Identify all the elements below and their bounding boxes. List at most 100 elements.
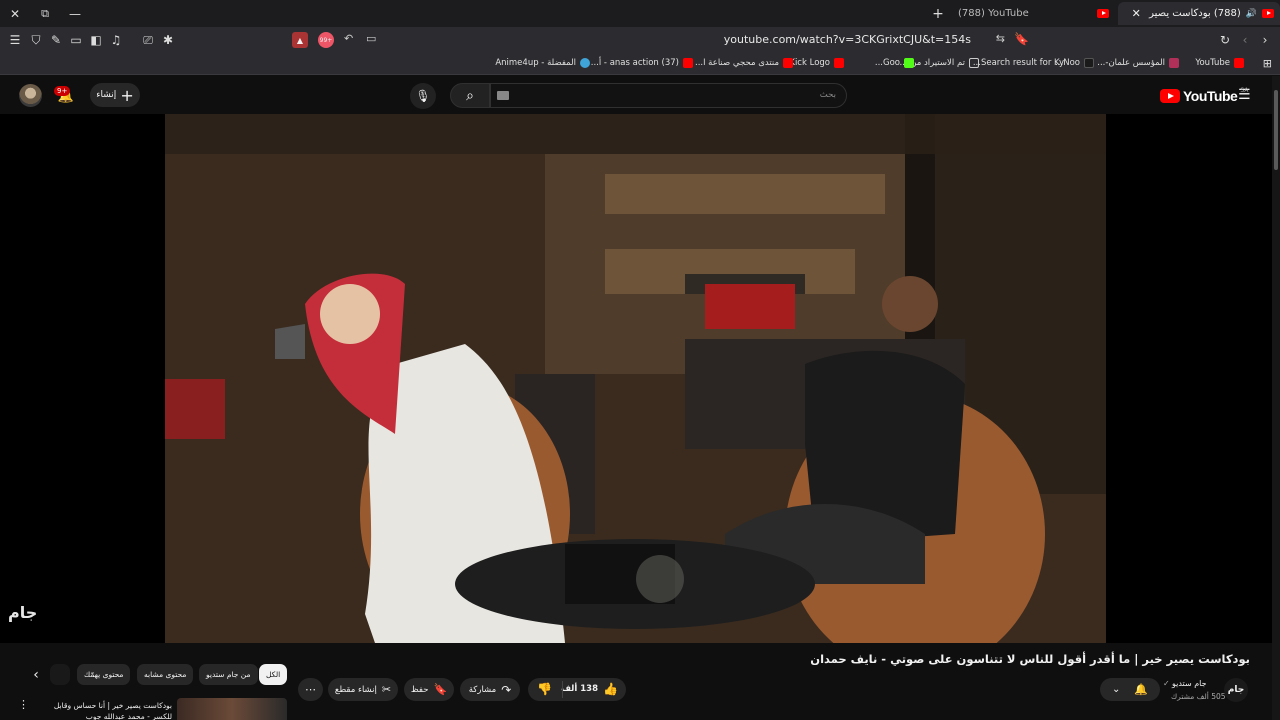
bookmark-item[interactable]: المفضلة - Anime4up: [495, 58, 590, 68]
chip-related[interactable]: محتوى مشابه: [137, 664, 194, 685]
bookmark-item[interactable]: المؤسس علمان-...: [1097, 58, 1179, 68]
tabs-icon[interactable]: ▭: [68, 32, 84, 48]
close-window-icon[interactable]: ✕: [6, 5, 24, 23]
chip-all[interactable]: الكل: [259, 664, 288, 685]
tab-youtube-home[interactable]: (788) YouTube: [925, 3, 1115, 24]
close-tab-icon[interactable]: ✕: [1132, 7, 1141, 20]
tab-current-video[interactable]: 🔊 (788) بودكاست يصير خير | ما أقد ✕: [1118, 2, 1280, 25]
bookmark-item[interactable]: (37) anas action - أ...: [591, 58, 693, 68]
bell-icon: 🔔: [1134, 683, 1149, 696]
like-count[interactable]: 138 ألف: [561, 684, 598, 694]
share-label: مشاركة: [468, 684, 497, 695]
more-vertical-icon[interactable]: ⋮: [18, 698, 29, 711]
back-icon[interactable]: ‹: [1237, 32, 1253, 48]
bookmark-icon: 🔖: [433, 683, 448, 696]
bookmark-favicon-icon: [783, 58, 793, 68]
tab-title: (788) بودكاست يصير خير | ما أقد: [1146, 8, 1241, 19]
bookmark-favicon-icon: [1169, 58, 1179, 68]
youtube-logo[interactable]: YouTube SA: [1160, 87, 1248, 104]
plus-icon: +: [120, 85, 134, 105]
subscription-bell-button[interactable]: ⌄ 🔔: [1100, 678, 1160, 701]
search-icon: ⌕: [466, 87, 474, 104]
voice-search-button[interactable]: 🎙: [410, 83, 436, 109]
save-label: حفظ: [410, 684, 429, 695]
bookmark-item[interactable]: Goo...: [875, 58, 914, 68]
scissors-icon: ✂: [381, 683, 392, 696]
bookmark-favicon-icon: [904, 58, 914, 68]
music-icon[interactable]: ♫: [108, 32, 124, 48]
puzzle-icon[interactable]: ✱: [160, 32, 176, 48]
video-frame[interactable]: [165, 114, 1106, 643]
scrollbar-thumb[interactable]: [1274, 90, 1278, 170]
page-scrollbar[interactable]: [1272, 76, 1280, 720]
recommendation-thumbnail[interactable]: [177, 698, 287, 720]
bookmark-favicon-icon: [834, 58, 844, 68]
address-bar[interactable]: ▲ 99+ ↶ ▭ youtube.com/watch?v=3CKGrixtCJ…: [288, 29, 1033, 51]
chip-overflow[interactable]: [50, 664, 70, 685]
shield-icon[interactable]: ⛉: [28, 32, 44, 48]
more-actions-button[interactable]: ⋯: [298, 678, 323, 701]
search-placeholder: بحث: [819, 90, 836, 100]
bookmark-icon[interactable]: 🔖: [1014, 32, 1029, 46]
share-button[interactable]: ↷ مشاركة: [460, 678, 520, 701]
recommendation-title[interactable]: بودكاست يصير خير | أنا حساس وقابل للكسر …: [38, 700, 172, 720]
youtube-play-icon: [1160, 89, 1180, 103]
warning-icon[interactable]: ▲: [292, 32, 308, 48]
verified-icon: ✓: [1163, 679, 1170, 688]
extension-icon[interactable]: ✎: [48, 32, 64, 48]
folder-icon: [969, 58, 979, 68]
chip-label: من جام ستديو: [206, 670, 251, 679]
bookmark-favicon-icon: [683, 58, 693, 68]
clip-button[interactable]: ✂ إنشاء مقطع: [328, 678, 398, 701]
create-button[interactable]: + إنشاء: [90, 83, 140, 107]
video-title: بودكاست يصير خير | ما أقدر أقول للناس لا…: [810, 652, 1250, 666]
bookmarks-bar: YouTube المؤسس علمان-... Noo... Search r…: [0, 53, 1280, 75]
create-label: إنشاء: [96, 90, 117, 100]
screenshot-icon[interactable]: ⎚: [140, 32, 156, 48]
bookmark-label: YouTube: [1195, 58, 1230, 68]
bookmark-item[interactable]: Kick Logo: [789, 58, 844, 68]
restore-window-icon[interactable]: ⧉: [36, 5, 54, 23]
forward-icon[interactable]: ›: [1257, 32, 1273, 48]
chip-for-you[interactable]: محتوى يهمّك: [77, 664, 131, 685]
translate-icon[interactable]: ⇆: [996, 32, 1005, 45]
bookmark-label: منتدى محجي صناعة ا...: [695, 58, 779, 68]
chevron-left-icon[interactable]: ‹: [28, 666, 44, 684]
brave-shield-icon[interactable]: 99+: [318, 32, 334, 48]
watermark-text: جام: [8, 603, 38, 622]
minimize-window-icon[interactable]: —: [66, 5, 84, 23]
bookmark-item[interactable]: Search result for Ky...: [973, 58, 1064, 68]
chip-from-channel[interactable]: من جام ستديو: [199, 664, 258, 685]
channel-name[interactable]: جام ستديو: [1172, 679, 1207, 688]
bookmark-favicon-icon: [1084, 58, 1094, 68]
save-button[interactable]: 🔖 حفظ: [404, 678, 454, 701]
audio-playing-icon[interactable]: 🔊: [1246, 9, 1257, 19]
video-player[interactable]: [0, 114, 1272, 643]
browser-tab-strip: ✕ ⧉ — + (788) YouTube 🔊 (788) بودكاست يص…: [0, 0, 1280, 27]
reload-icon[interactable]: ↻: [1217, 32, 1233, 48]
bookmark-item[interactable]: YouTube: [1195, 58, 1244, 68]
bookmark-favicon-icon: [1234, 58, 1244, 68]
channel-watermark[interactable]: جام: [8, 603, 37, 622]
dislike-icon[interactable]: 👎: [537, 682, 552, 696]
search-input[interactable]: بحث: [490, 83, 847, 108]
youtube-favicon-icon: [1262, 9, 1274, 18]
share-page-icon[interactable]: ↶: [344, 32, 353, 45]
avatar[interactable]: [19, 84, 42, 107]
bookmark-label: المفضلة - Anime4up: [495, 58, 576, 68]
channel-avatar[interactable]: جام: [1224, 678, 1248, 702]
url-text[interactable]: youtube.com/watch?v=3CKGrixtCJU&t=154s: [724, 33, 971, 46]
grid-icon[interactable]: ⊞: [1263, 57, 1272, 70]
more-icon: ⋯: [305, 683, 316, 696]
menu-icon[interactable]: ☰: [7, 32, 23, 48]
search-button[interactable]: ⌕: [450, 83, 490, 108]
youtube-header: ☰ YouTube SA بحث ⌕ 🎙 + إنشاء 🔔: [0, 76, 1280, 114]
sidebar-icon[interactable]: ◧: [88, 32, 104, 48]
chip-label: محتوى مشابه: [144, 670, 187, 679]
like-icon[interactable]: 👍: [603, 682, 618, 696]
bookmark-item[interactable]: منتدى محجي صناعة ا...: [695, 58, 793, 68]
keyboard-icon[interactable]: [497, 91, 509, 100]
reader-icon[interactable]: ▭: [366, 32, 376, 45]
youtube-favicon-icon: [1097, 9, 1109, 18]
channel-logo-icon: جام: [1227, 685, 1245, 695]
